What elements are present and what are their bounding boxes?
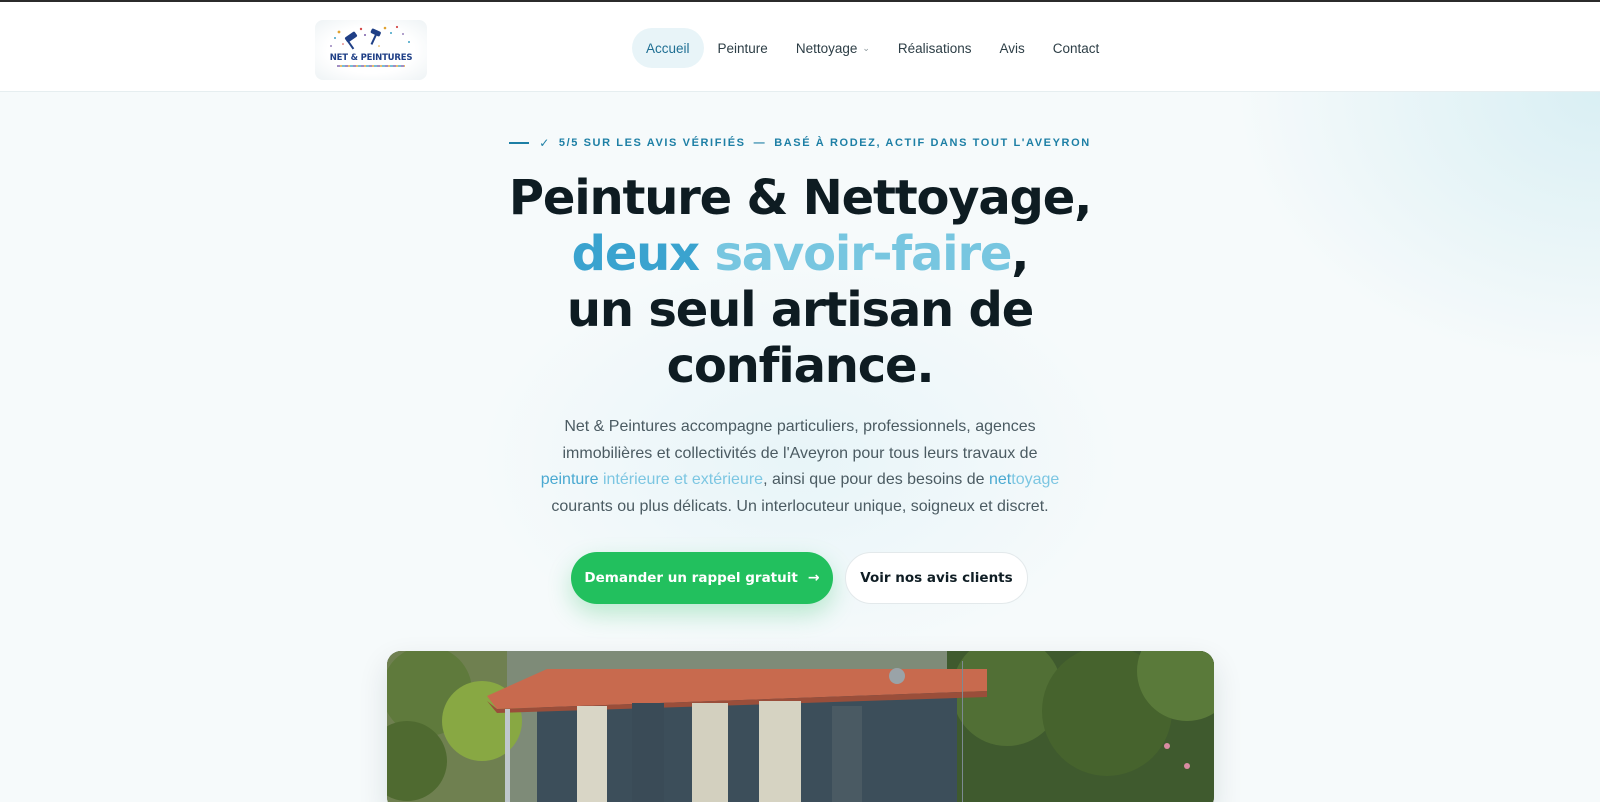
site-logo[interactable]: NET & PEINTURES (315, 20, 427, 80)
view-reviews-button[interactable]: Voir nos avis clients (845, 552, 1028, 604)
nav-item-nettoyage[interactable]: Nettoyage ⌄ (782, 28, 884, 68)
nav-item-nettoyage-label: Nettoyage (795, 40, 858, 56)
hero-eyebrow: ✓ 5/5 SUR LES AVIS VÉRIFIÉS — BASÉ À ROD… (0, 136, 1600, 150)
hero-title-comma: , (1011, 226, 1029, 282)
lead-link-nettoyage-end[interactable]: toyage (1011, 471, 1059, 488)
hero-title-line2: deux savoir-faire, (300, 226, 1300, 282)
logo-wordmark: NET & PEINTURES (329, 53, 413, 63)
nav-item-realisations[interactable]: Réalisations (884, 28, 986, 68)
eyebrow-dash (509, 142, 530, 144)
eyebrow-rating: 5/5 SUR LES AVIS VÉRIFIÉS (558, 137, 746, 149)
site-header: NET & PEINTURES Accueil Peinture Nettoya… (0, 2, 1600, 92)
chevron-down-icon: ⌄ (862, 42, 870, 53)
nav-item-contact[interactable]: Contact (1039, 28, 1114, 68)
hero-title-line1: Peinture & Nettoyage, (508, 170, 1092, 226)
nav-item-avis[interactable]: Avis (985, 28, 1038, 68)
eyebrow-location: BASÉ À RODEZ, ACTIF DANS TOUT L'AVEYRON (774, 137, 1091, 149)
hero-title-line4: confiance. (666, 338, 935, 394)
hero-title-word-savoir-faire: savoir-faire (714, 226, 1012, 282)
view-reviews-label: Voir nos avis clients (860, 570, 1013, 586)
nav-item-peinture[interactable]: Peinture (704, 28, 782, 68)
house-exterior-image (387, 651, 1214, 802)
request-callback-label: Demander un rappel gratuit (584, 570, 798, 586)
paint-roller-icon (330, 25, 410, 50)
hero-title-word-deux: deux (571, 226, 700, 282)
lead-text-3: courants ou plus délicats. Un interlocut… (551, 497, 1049, 515)
eyebrow-separator: — (753, 137, 767, 149)
hero-description: Net & Peintures accompagne particuliers,… (540, 414, 1060, 520)
hero-photo-house (387, 651, 1214, 802)
lead-link-nettoyage[interactable]: net (989, 471, 1011, 488)
arrow-right-icon: → (807, 570, 820, 586)
lead-text-1: Net & Peintures accompagne particuliers,… (562, 418, 1038, 462)
hero-title: Peinture & Nettoyage, deux savoir-faire,… (300, 170, 1300, 394)
lead-link-peinture-detail[interactable]: intérieure et extérieure (603, 471, 763, 488)
nav-item-accueil[interactable]: Accueil (632, 28, 704, 68)
logo-tagline-stripe (337, 65, 405, 67)
request-callback-button[interactable]: Demander un rappel gratuit → (571, 552, 833, 604)
lead-link-peinture[interactable]: peinture (541, 471, 603, 488)
main-nav: Accueil Peinture Nettoyage ⌄ Réalisation… (632, 28, 1113, 68)
lead-text-2: , ainsi que pour des besoins de (763, 471, 989, 488)
hero-title-line3: un seul artisan de (566, 282, 1034, 338)
check-icon: ✓ (539, 136, 551, 150)
